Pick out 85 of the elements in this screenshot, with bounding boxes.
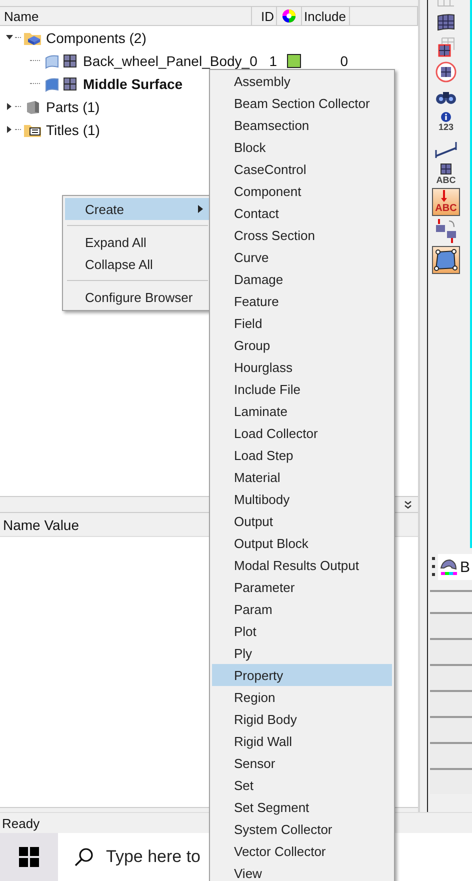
toolbar-button[interactable]: 123 bbox=[432, 111, 460, 133]
menu-item[interactable]: Include File bbox=[212, 378, 392, 400]
menu-item[interactable]: Contact bbox=[212, 202, 392, 224]
info-icon bbox=[441, 112, 451, 122]
windows-logo-icon bbox=[19, 847, 39, 867]
grid-icon bbox=[435, 0, 457, 8]
menu-item[interactable]: Configure Browser bbox=[65, 286, 210, 308]
menu-item[interactable]: Set bbox=[212, 774, 392, 796]
column-header[interactable]: Include bbox=[302, 7, 350, 25]
mesh-icon bbox=[62, 76, 78, 92]
menu-item[interactable]: Region bbox=[212, 686, 392, 708]
toolbar-button[interactable]: ABC bbox=[432, 163, 460, 185]
menu-item[interactable]: Field bbox=[212, 312, 392, 334]
menu-item[interactable]: Rigid Body bbox=[212, 708, 392, 730]
menu-item[interactable]: Parameter bbox=[212, 576, 392, 598]
menu-item[interactable]: Vector Collector bbox=[212, 840, 392, 862]
mesh-icon bbox=[436, 13, 456, 31]
column-header[interactable]: Name bbox=[0, 7, 252, 25]
panel-label: B bbox=[460, 558, 470, 576]
mesh-icon bbox=[440, 163, 452, 175]
surface-icon bbox=[44, 76, 60, 92]
menu-item[interactable]: Group bbox=[212, 334, 392, 356]
mesh-icon bbox=[62, 52, 78, 68]
quad-icon bbox=[434, 249, 458, 271]
menu-item[interactable]: Set Segment bbox=[212, 796, 392, 818]
menu-item[interactable]: View bbox=[212, 862, 392, 881]
tree-item[interactable]: Middle Surface bbox=[83, 76, 183, 90]
swap-icon bbox=[434, 219, 458, 243]
column-header[interactable]: ID bbox=[252, 7, 277, 25]
menu-item[interactable]: Collapse All bbox=[65, 253, 210, 275]
tree-item[interactable]: Components (2) bbox=[46, 30, 146, 44]
menu-item[interactable]: Assembly bbox=[212, 70, 392, 92]
menu-item[interactable]: Laminate bbox=[212, 400, 392, 422]
menu-item[interactable]: Component bbox=[212, 180, 392, 202]
mesh-icon bbox=[436, 36, 456, 58]
menu-item[interactable]: Block bbox=[212, 136, 392, 158]
menu-item[interactable]: Modal Results Output bbox=[212, 554, 392, 576]
expander-icon[interactable] bbox=[6, 34, 13, 41]
menu-item[interactable]: Load Collector bbox=[212, 422, 392, 444]
column-header[interactable]: Name Value bbox=[3, 516, 80, 532]
menu-item[interactable]: Curve bbox=[212, 246, 392, 268]
tree-item[interactable]: Parts (1) bbox=[46, 100, 100, 114]
tree-item[interactable]: Back_wheel_Panel_Body_0 bbox=[83, 54, 258, 68]
menu-item[interactable]: Hourglass bbox=[212, 356, 392, 378]
status-text: Ready bbox=[2, 816, 40, 830]
toolbar-label: 123 bbox=[438, 122, 454, 132]
tree-item[interactable]: Titles (1) bbox=[46, 122, 100, 136]
grip-icon[interactable] bbox=[432, 557, 435, 577]
menu-item[interactable]: Beam Section Collector bbox=[212, 92, 392, 114]
search-icon bbox=[74, 847, 94, 867]
menu-item[interactable]: Ply bbox=[212, 642, 392, 664]
binoculars-icon bbox=[435, 89, 457, 105]
menu-item[interactable]: System Collector bbox=[212, 818, 392, 840]
menu-item[interactable]: Param bbox=[212, 598, 392, 620]
include-cell-text: 0 bbox=[339, 54, 348, 68]
menu-item[interactable]: Beamsection bbox=[212, 114, 392, 136]
menu-item[interactable]: Rigid Wall bbox=[212, 730, 392, 752]
menu-item[interactable]: Create bbox=[65, 198, 210, 220]
double-chevron-icon[interactable] bbox=[404, 500, 412, 508]
menu-item[interactable]: Damage bbox=[212, 268, 392, 290]
search-field[interactable]: Type here to bbox=[106, 847, 206, 867]
menu-item[interactable]: Load Step bbox=[212, 444, 392, 466]
menu-item[interactable]: Output bbox=[212, 510, 392, 532]
menu-item[interactable]: Expand All bbox=[65, 231, 210, 253]
menu-item[interactable]: Multibody bbox=[212, 488, 392, 510]
toolbar-label: ABC bbox=[436, 175, 456, 185]
color-swatch[interactable] bbox=[286, 54, 300, 68]
color-wheel-icon bbox=[282, 9, 296, 23]
mesh-icon bbox=[435, 61, 457, 83]
start-button[interactable] bbox=[0, 833, 58, 881]
expander-icon[interactable] bbox=[6, 103, 13, 110]
shell-icon bbox=[440, 558, 458, 576]
menu-item[interactable]: Output Block bbox=[212, 532, 392, 554]
menu-item[interactable]: Sensor bbox=[212, 752, 392, 774]
submenu-arrow-icon bbox=[198, 205, 203, 213]
menu-item[interactable]: CaseControl bbox=[212, 158, 392, 180]
menu-item[interactable]: Material bbox=[212, 466, 392, 488]
menu-item[interactable]: Plot bbox=[212, 620, 392, 642]
menu-item[interactable]: Property bbox=[212, 664, 392, 686]
expander-icon[interactable] bbox=[6, 126, 13, 133]
toolbar-button[interactable] bbox=[432, 246, 460, 274]
menu-item[interactable]: Feature bbox=[212, 290, 392, 312]
surface-icon bbox=[44, 52, 60, 68]
toolbar-label: ABC bbox=[435, 204, 457, 214]
menu-item[interactable]: Cross Section bbox=[212, 224, 392, 246]
